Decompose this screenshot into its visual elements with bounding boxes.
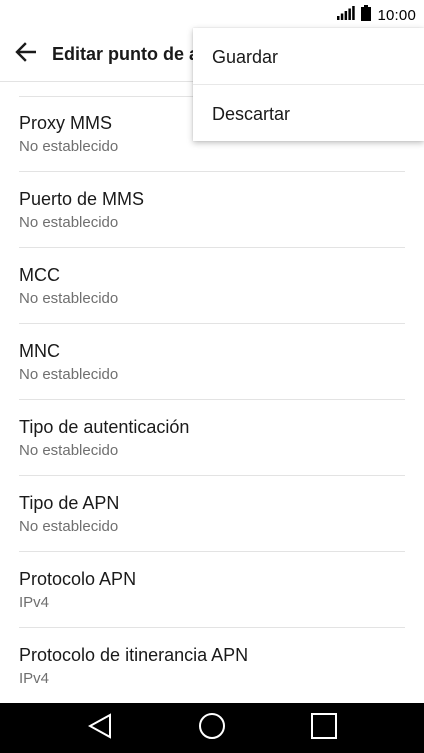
setting-value: No establecido — [19, 518, 119, 535]
setting-mms-port[interactable]: Puerto de MMS No establecido — [19, 172, 405, 248]
back-button[interactable] — [10, 38, 42, 70]
setting-mnc[interactable]: MNC No establecido — [19, 324, 405, 400]
setting-title: MCC — [19, 265, 60, 285]
overflow-menu: Guardar Descartar — [193, 28, 424, 141]
menu-item-label: Descartar — [212, 104, 291, 124]
setting-title: Protocolo APN — [19, 569, 137, 589]
page-title: Editar punto de a — [52, 44, 200, 64]
battery-icon — [361, 4, 372, 26]
status-icons: 10:00 — [337, 4, 416, 26]
setting-title: MNC — [19, 341, 60, 361]
setting-title: Proxy MMS — [19, 113, 113, 133]
settings-list: Proxy MMS No establecido Puerto de MMS N… — [0, 96, 424, 704]
arrow-back-icon — [15, 41, 37, 67]
status-time: 10:00 — [377, 6, 416, 24]
navigation-bar — [0, 703, 424, 753]
setting-value: No establecido — [19, 442, 119, 459]
setting-value: No establecido — [19, 214, 119, 231]
setting-value: IPv4 — [19, 670, 50, 687]
setting-title: Tipo de autenticación — [19, 417, 190, 437]
setting-apn-roaming-protocol[interactable]: Protocolo de itinerancia APN IPv4 — [19, 628, 405, 704]
setting-title: Tipo de APN — [19, 493, 120, 513]
setting-auth-type[interactable]: Tipo de autenticación No establecido — [19, 400, 405, 476]
nav-back-button[interactable] — [70, 703, 130, 753]
setting-mcc[interactable]: MCC No establecido — [19, 248, 405, 324]
setting-title: Protocolo de itinerancia APN — [19, 645, 249, 665]
menu-item-label: Guardar — [212, 47, 279, 67]
circle-home-icon — [198, 712, 226, 745]
signal-bars-icon — [337, 5, 356, 25]
menu-item-save[interactable]: Guardar — [193, 28, 424, 84]
setting-value: No establecido — [19, 366, 119, 383]
nav-recents-button[interactable] — [294, 703, 354, 753]
square-recents-icon — [311, 712, 337, 744]
setting-title: Puerto de MMS — [19, 189, 145, 209]
screen: 10:00 Editar punto de a Proxy MMS No est… — [0, 0, 424, 753]
setting-value: No establecido — [19, 138, 119, 155]
status-bar: 10:00 — [0, 0, 424, 30]
triangle-back-icon — [87, 712, 112, 744]
setting-apn-type[interactable]: Tipo de APN No establecido — [19, 476, 405, 552]
setting-apn-protocol[interactable]: Protocolo APN IPv4 — [19, 552, 405, 628]
setting-value: No establecido — [19, 290, 119, 307]
nav-home-button[interactable] — [182, 703, 242, 753]
setting-value: IPv4 — [19, 594, 50, 611]
menu-item-discard[interactable]: Descartar — [193, 84, 424, 140]
